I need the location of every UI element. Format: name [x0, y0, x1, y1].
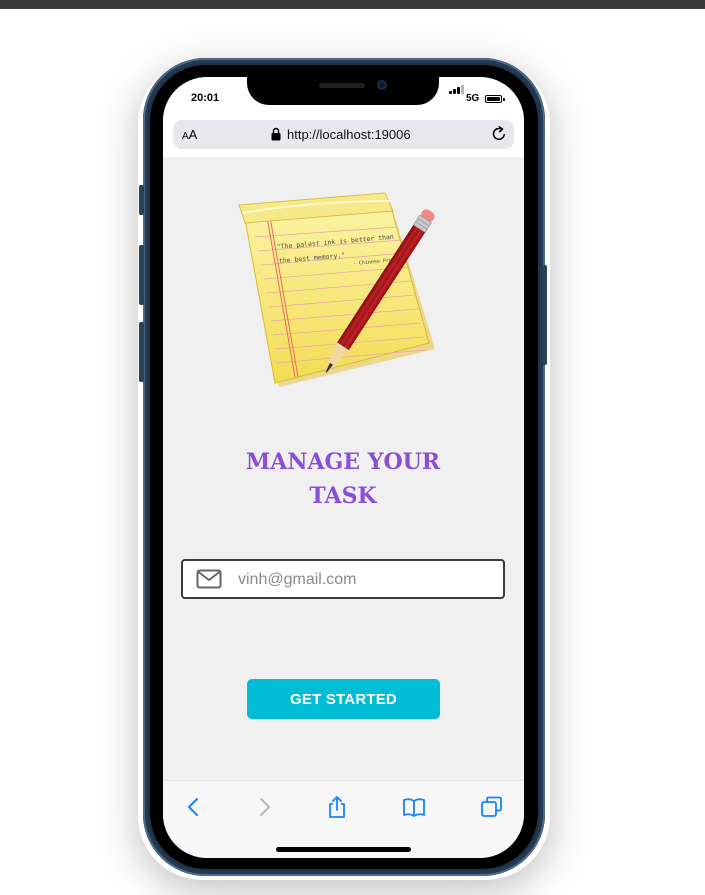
side-button-power: [542, 265, 547, 365]
browser-toolbar: [163, 780, 524, 858]
network-type: 5G: [466, 93, 480, 104]
side-button-mute: [139, 185, 144, 215]
url-text[interactable]: http://localhost:19006: [287, 127, 411, 142]
phone-screen: 20:01 5G AA http://localhost:19006 "The …: [163, 77, 524, 858]
speaker: [319, 83, 365, 88]
status-bar: 20:01 5G: [163, 77, 524, 117]
email-value[interactable]: vinh@gmail.com: [238, 571, 357, 589]
home-indicator: [276, 847, 411, 852]
bookmarks-icon[interactable]: [402, 795, 426, 819]
text-size-button[interactable]: AA: [182, 127, 197, 142]
tabs-icon[interactable]: [480, 795, 504, 819]
notch: [247, 77, 439, 105]
front-camera: [377, 80, 387, 90]
notepad-pencil-illustration: "The palest ink is better than the best …: [238, 192, 435, 387]
side-button-volume-down: [139, 322, 144, 382]
reload-icon[interactable]: [490, 125, 508, 143]
battery-tip: [503, 98, 505, 101]
get-started-button[interactable]: GET STARTED: [247, 679, 440, 719]
mail-icon: [196, 569, 222, 589]
lock-icon: [271, 127, 281, 141]
status-time: 20:01: [191, 92, 220, 104]
back-icon[interactable]: [182, 795, 206, 819]
browser-address-area: AA http://localhost:19006: [163, 117, 524, 157]
side-button-volume-up: [139, 245, 144, 305]
window-top-bar: [0, 0, 705, 9]
battery-icon: [485, 95, 502, 103]
page-title: MANAGE YOUR TASK: [245, 449, 441, 509]
email-field[interactable]: vinh@gmail.com: [181, 559, 505, 599]
forward-icon[interactable]: [252, 795, 276, 819]
address-bar[interactable]: AA http://localhost:19006: [173, 120, 514, 149]
share-icon[interactable]: [325, 795, 349, 819]
